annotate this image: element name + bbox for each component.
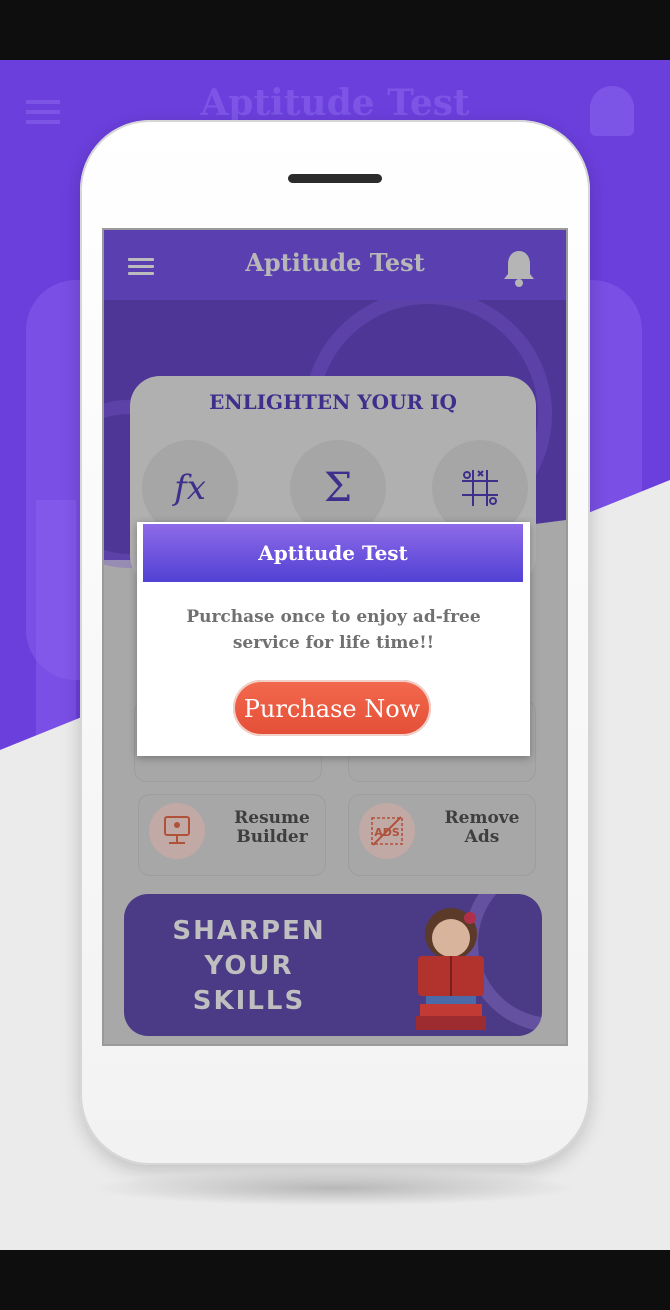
resume-builder-label: Resume Builder: [234, 808, 310, 847]
phone-shadow: [90, 1170, 580, 1206]
background-bell-icon: [590, 86, 634, 136]
resume-builder-tile[interactable]: Resume Builder: [138, 794, 326, 876]
remove-ads-label: Remove Ads: [444, 808, 520, 847]
bottom-band: [0, 1250, 670, 1310]
dialog-title: Aptitude Test: [143, 524, 523, 582]
ads-icon: ADS: [359, 803, 415, 859]
bell-icon[interactable]: [502, 248, 536, 288]
phone-speaker: [288, 174, 382, 183]
app-bar: Aptitude Test: [104, 230, 566, 300]
card-title: ENLIGHTEN YOUR IQ: [209, 390, 457, 414]
resume-icon: [149, 803, 205, 859]
banner-text: SHARPEN YOUR SKILLS: [172, 916, 326, 1016]
app-title: Aptitude Test: [245, 248, 425, 277]
dialog-message: Purchase once to enjoy ad-free service f…: [186, 607, 481, 653]
svg-text:ADS: ADS: [374, 826, 400, 839]
background-title: Aptitude Test: [200, 82, 470, 124]
purchase-dialog: Aptitude Test Purchase once to enjoy ad-…: [137, 522, 530, 756]
background-shape: [36, 500, 76, 750]
girl-reading-illustration: [416, 908, 486, 1030]
remove-ads-tile[interactable]: ADS Remove Ads: [348, 794, 536, 876]
purchase-now-button[interactable]: Purchase Now: [233, 680, 431, 736]
sharpen-skills-banner[interactable]: SHARPEN YOUR SKILLS: [124, 894, 542, 1036]
